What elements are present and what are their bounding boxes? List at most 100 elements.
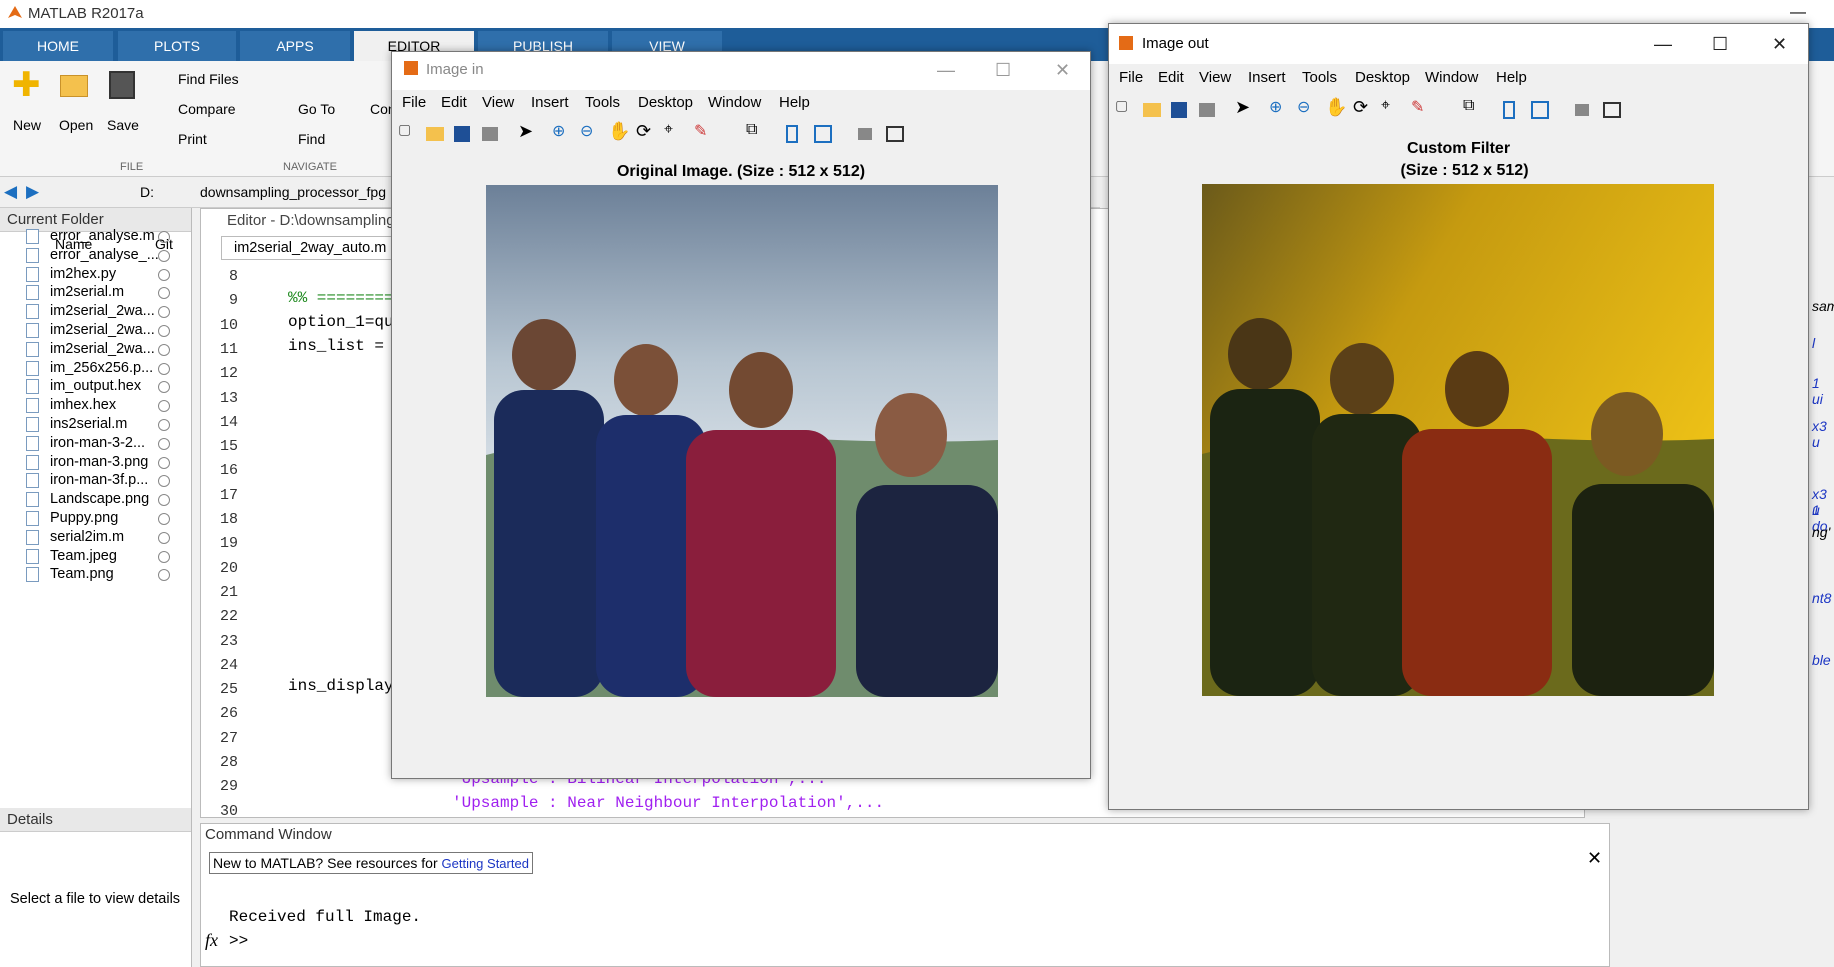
- menu-window[interactable]: Window: [1425, 69, 1478, 86]
- editor-file-tab[interactable]: im2serial_2way_auto.m: [221, 236, 401, 260]
- git-status-icon: [158, 531, 170, 544]
- pointer-icon[interactable]: ➤: [518, 121, 540, 147]
- menu-tools[interactable]: Tools: [1302, 69, 1337, 86]
- figure-in-titlebar: Image in — ☐ ✕: [392, 52, 1090, 90]
- show-plot-tools-icon[interactable]: [886, 126, 904, 142]
- save-figure-icon[interactable]: [454, 126, 470, 142]
- line-number: 20: [219, 559, 238, 577]
- file-icon: [26, 247, 39, 263]
- matlab-logo-icon: [8, 6, 22, 18]
- zoom-in-icon[interactable]: ⊕: [1269, 97, 1291, 123]
- new-figure-icon[interactable]: ▢: [398, 121, 420, 147]
- save-button[interactable]: Save: [107, 117, 139, 133]
- tab-plots[interactable]: PLOTS: [118, 31, 236, 61]
- menu-help[interactable]: Help: [779, 94, 810, 111]
- file-icon: [26, 454, 39, 470]
- command-output: Received full Image.: [229, 908, 422, 926]
- open-file-icon[interactable]: [1143, 103, 1161, 117]
- hide-plot-tools-icon[interactable]: [858, 128, 872, 140]
- menu-edit[interactable]: Edit: [1158, 69, 1184, 86]
- editor-title: Editor - D:\downsampling: [227, 212, 395, 229]
- compare-button[interactable]: Compare: [178, 101, 236, 117]
- go-to-button[interactable]: Go To: [298, 101, 335, 117]
- rotate-icon[interactable]: ⟳: [636, 121, 658, 147]
- menu-file[interactable]: File: [402, 94, 426, 111]
- zoom-out-icon[interactable]: ⊖: [580, 121, 602, 147]
- brush-icon[interactable]: ✎: [1411, 97, 1433, 123]
- save-disk-icon: [109, 71, 135, 99]
- menu-desktop[interactable]: Desktop: [638, 94, 693, 111]
- figure-out-maximize[interactable]: ☐: [1712, 34, 1728, 55]
- hide-plot-tools-icon[interactable]: [1575, 104, 1589, 116]
- menu-view[interactable]: View: [1199, 69, 1231, 86]
- find-files-button[interactable]: Find Files: [178, 71, 239, 87]
- menu-view[interactable]: View: [482, 94, 514, 111]
- data-cursor-icon[interactable]: ⌖: [664, 121, 686, 147]
- file-name: iron-man-3-2...: [50, 434, 146, 451]
- print-figure-icon[interactable]: [482, 127, 498, 141]
- command-prompt[interactable]: >>: [229, 932, 248, 950]
- zoom-out-icon[interactable]: ⊖: [1297, 97, 1319, 123]
- menu-file[interactable]: File: [1119, 69, 1143, 86]
- show-plot-tools-icon[interactable]: [1603, 102, 1621, 118]
- new-button[interactable]: New: [13, 117, 41, 133]
- file-name: iron-man-3.png: [50, 453, 149, 470]
- tab-apps[interactable]: APPS: [240, 31, 350, 61]
- forward-arrow-icon[interactable]: ▶: [26, 182, 39, 202]
- menu-window[interactable]: Window: [708, 94, 761, 111]
- line-number: 15: [219, 438, 238, 456]
- file-icon: [26, 398, 39, 414]
- file-icon: [26, 473, 39, 489]
- save-figure-icon[interactable]: [1171, 102, 1187, 118]
- pointer-icon[interactable]: ➤: [1235, 97, 1257, 123]
- file-icon: [26, 492, 39, 508]
- figure-in-minimize[interactable]: —: [937, 60, 955, 81]
- menu-desktop[interactable]: Desktop: [1355, 69, 1410, 86]
- file-icon: [26, 285, 39, 301]
- rotate-icon[interactable]: ⟳: [1353, 97, 1375, 123]
- menu-insert[interactable]: Insert: [1248, 69, 1286, 86]
- new-figure-icon[interactable]: ▢: [1115, 97, 1137, 123]
- figure-in-close[interactable]: ✕: [1055, 60, 1070, 81]
- address-path[interactable]: downsampling_processor_fpg: [200, 184, 386, 200]
- link-plot-icon[interactable]: ⧉: [1463, 97, 1485, 123]
- tab-home[interactable]: HOME: [3, 31, 113, 61]
- menu-tools[interactable]: Tools: [585, 94, 620, 111]
- figure-out-close[interactable]: ✕: [1772, 34, 1787, 55]
- close-banner-icon[interactable]: ✕: [1587, 848, 1602, 869]
- open-button[interactable]: Open: [59, 117, 93, 133]
- new-plus-icon: ✚: [12, 66, 41, 104]
- menu-edit[interactable]: Edit: [441, 94, 467, 111]
- file-name: error_analyse_...: [50, 246, 159, 263]
- data-cursor-icon[interactable]: ⌖: [1381, 97, 1403, 123]
- back-arrow-icon[interactable]: ◀: [4, 182, 17, 202]
- print-button[interactable]: Print: [178, 131, 207, 147]
- figure-out-caption-1: Custom Filter: [1406, 140, 1511, 157]
- find-button[interactable]: Find: [298, 131, 325, 147]
- file-name: im_256x256.p...: [50, 359, 154, 376]
- minimize-button[interactable]: —: [1790, 4, 1806, 22]
- legend-icon[interactable]: [814, 125, 832, 143]
- file-icon: [26, 323, 39, 338]
- getting-started-link[interactable]: Getting Started: [442, 856, 529, 871]
- figure-out-minimize[interactable]: —: [1654, 34, 1672, 55]
- menu-insert[interactable]: Insert: [531, 94, 569, 111]
- open-file-icon[interactable]: [426, 127, 444, 141]
- line-number: 19: [219, 535, 238, 553]
- address-drive[interactable]: D:: [140, 184, 154, 200]
- figure-image-out: Image out — ☐ ✕ File Edit View Insert To…: [1108, 23, 1809, 810]
- menu-help[interactable]: Help: [1496, 69, 1527, 86]
- line-number: 14: [219, 413, 238, 431]
- line-number: 25: [219, 681, 238, 699]
- zoom-in-icon[interactable]: ⊕: [552, 121, 574, 147]
- brush-icon[interactable]: ✎: [694, 121, 716, 147]
- colorbar-icon[interactable]: [1503, 101, 1515, 119]
- pan-icon[interactable]: ✋: [1325, 97, 1347, 123]
- print-figure-icon[interactable]: [1199, 103, 1215, 117]
- legend-icon[interactable]: [1531, 101, 1549, 119]
- colorbar-icon[interactable]: [786, 125, 798, 143]
- team-photo-filtered: [1202, 184, 1714, 696]
- figure-in-maximize[interactable]: ☐: [995, 60, 1011, 81]
- pan-icon[interactable]: ✋: [608, 121, 630, 147]
- link-plot-icon[interactable]: ⧉: [746, 121, 768, 147]
